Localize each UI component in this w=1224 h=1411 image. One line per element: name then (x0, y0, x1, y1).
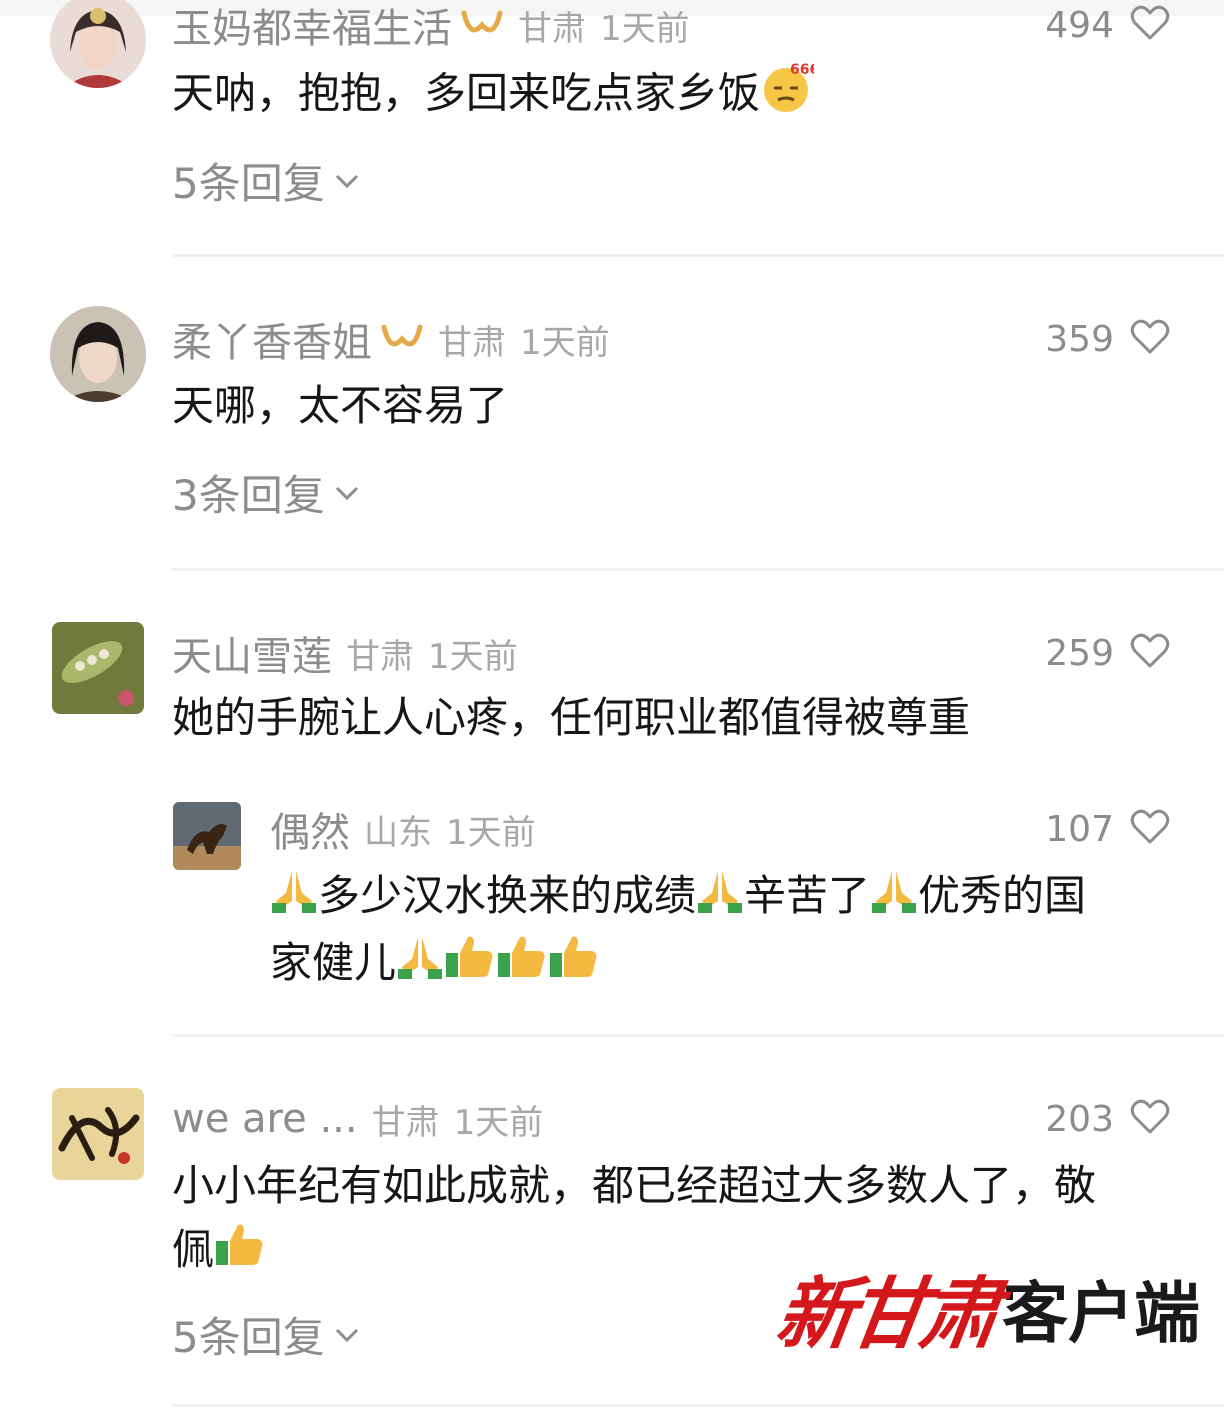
timestamp: 1天前 (453, 1102, 544, 1143)
reply-count: 5条回复 (172, 1313, 325, 1362)
comment-text: 天呐，抱抱，多回来吃点家乡饭 666 (172, 60, 1182, 132)
heart-outline-icon (1130, 1099, 1170, 1139)
nickname[interactable]: 玉妈都幸福生活 (172, 0, 452, 54)
expand-replies-button[interactable]: 3条回复 (172, 462, 361, 523)
avatar[interactable] (52, 622, 144, 714)
svg-text:666: 666 (790, 62, 814, 78)
region: 甘肃 (371, 1102, 440, 1143)
region: 甘肃 (346, 636, 414, 677)
like-count: 203 (1045, 1098, 1114, 1140)
comment-text-body: 天呐，抱抱，多回来吃点家乡饭 (172, 68, 761, 118)
thumbs-up-emoji (496, 933, 548, 997)
reply-count: 5条回复 (172, 159, 325, 208)
region: 山东 (364, 812, 432, 853)
666-emoji: 666 (760, 60, 819, 132)
reply-text-segment: 优秀的国 (918, 871, 1087, 920)
divider (172, 254, 1224, 257)
watermark-brand: 新甘肃 (770, 1269, 1000, 1360)
nickname[interactable]: 柔丫香香姐 (172, 310, 372, 368)
divider (172, 1404, 1224, 1407)
reply-header: 偶然 山东 1天前 (270, 804, 536, 856)
region: 甘肃 (518, 8, 586, 49)
like-button[interactable]: 259 (1045, 628, 1170, 678)
pray-emoji (396, 933, 444, 997)
like-button[interactable]: 107 (1045, 804, 1170, 854)
comment-header: 玉妈都幸福生活 甘肃 1天前 (172, 0, 690, 52)
avatar[interactable] (50, 306, 146, 402)
comment-header: 柔丫香香姐 甘肃 1天前 (172, 314, 610, 366)
reply-text-segment: 多少汉水换来的成绩 (318, 871, 697, 920)
reply-text-line: 家健儿 (270, 931, 1180, 998)
thumbs-up-emoji (444, 933, 496, 997)
chevron-down-icon (335, 486, 358, 500)
thumbs-up-emoji (548, 933, 600, 997)
chevron-down-icon (335, 1328, 358, 1342)
comment-text-segment: 佩 (172, 1225, 215, 1274)
avatar[interactable] (173, 802, 241, 870)
nickname[interactable]: 偶然 (270, 800, 350, 858)
chevron-down-icon (335, 174, 358, 188)
pray-emoji (270, 867, 318, 931)
pray-emoji (696, 867, 744, 931)
timestamp: 1天前 (446, 812, 536, 853)
vip-badge-icon (460, 7, 504, 43)
watermark-logo: 新甘肃 客户端 (771, 1252, 1201, 1364)
expand-replies-button[interactable]: 5条回复 (172, 1304, 361, 1365)
reply-text-line: 多少汉水换来的成绩 辛苦了 优秀的国 (270, 864, 1180, 931)
heart-outline-icon (1130, 633, 1170, 673)
like-count: 107 (1045, 808, 1114, 850)
nickname[interactable]: 天山雪莲 (172, 624, 332, 682)
comment-header: 天山雪莲 甘肃 1天前 (172, 628, 518, 680)
avatar[interactable] (50, 0, 146, 88)
heart-outline-icon (1130, 809, 1170, 849)
avatar[interactable] (52, 1088, 144, 1180)
region: 甘肃 (438, 322, 506, 363)
like-count: 359 (1045, 318, 1114, 360)
reply-text-segment: 家健儿 (270, 937, 397, 987)
divider (172, 1034, 1224, 1037)
divider (172, 568, 1224, 571)
expand-replies-button[interactable]: 5条回复 (172, 150, 361, 211)
timestamp: 1天前 (600, 8, 690, 49)
like-button[interactable]: 203 (1045, 1094, 1170, 1144)
timestamp: 1天前 (520, 322, 610, 363)
vip-badge-icon (380, 321, 424, 357)
heart-outline-icon (1130, 5, 1170, 45)
comment-text-line: 小小年纪有如此成就，都已经超过大多数人了，敬 (172, 1161, 1097, 1210)
reply-count: 3条回复 (172, 471, 325, 520)
reply-text-segment: 辛苦了 (744, 871, 871, 920)
like-count: 259 (1045, 632, 1114, 674)
heart-outline-icon (1130, 319, 1170, 359)
like-count: 494 (1045, 4, 1114, 46)
pray-emoji (870, 867, 918, 931)
comment-text: 她的手腕让人心疼，任何职业都值得被尊重 (172, 693, 971, 742)
thumbs-up-emoji (214, 1221, 266, 1285)
comment-text: 天哪，太不容易了 (172, 381, 509, 430)
timestamp: 1天前 (428, 636, 518, 677)
nickname[interactable]: we are ... (172, 1096, 358, 1142)
watermark-suffix: 客户端 (1002, 1275, 1201, 1352)
comment-header: we are ... 甘肃 1天前 (172, 1094, 543, 1144)
reply-text: 多少汉水换来的成绩 辛苦了 优秀的国 家健儿 (270, 864, 1180, 997)
like-button[interactable]: 359 (1045, 314, 1170, 364)
like-button[interactable]: 494 (1045, 0, 1170, 50)
